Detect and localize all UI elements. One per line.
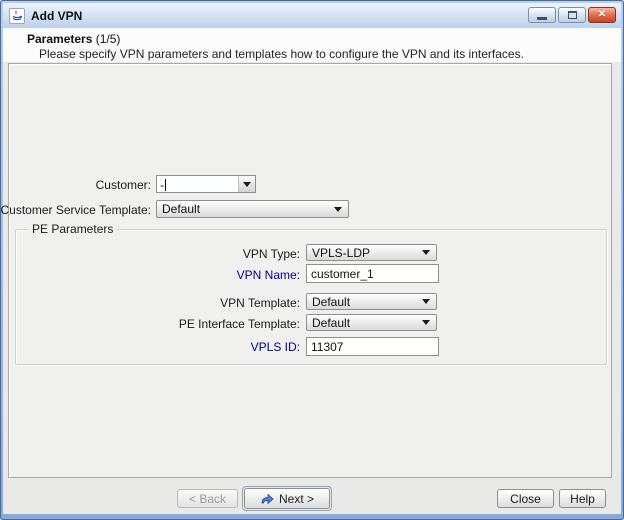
- customer-dropdown-button[interactable]: [238, 176, 255, 192]
- pe-interface-template-select[interactable]: Default: [306, 314, 437, 331]
- help-button[interactable]: Help: [559, 489, 606, 508]
- close-button[interactable]: Close: [497, 489, 554, 508]
- java-icon: [9, 7, 25, 24]
- back-button[interactable]: < Back: [177, 489, 238, 508]
- customer-label: Customer:: [95, 178, 151, 192]
- chevron-down-icon: [422, 250, 430, 255]
- close-window-button[interactable]: ✕: [588, 7, 616, 23]
- customer-service-template-select[interactable]: Default: [156, 200, 349, 218]
- wizard-header: Parameters (1/5) Please specify VPN para…: [3, 28, 621, 62]
- next-button-focus-ring: Next >: [242, 486, 332, 511]
- customer-combobox-input[interactable]: -: [157, 176, 238, 192]
- vpls-id-input[interactable]: [306, 337, 439, 356]
- vpn-template-label: VPN Template:: [220, 296, 300, 310]
- pe-interface-template-value: Default: [312, 315, 351, 330]
- pe-parameters-title: PE Parameters: [28, 222, 118, 236]
- chevron-down-icon: [422, 299, 430, 304]
- vpn-template-value: Default: [312, 294, 351, 309]
- vpn-type-value: VPLS-LDP: [312, 245, 371, 260]
- step-title-text: Parameters: [27, 32, 93, 46]
- minimize-icon: [537, 17, 547, 20]
- close-icon: ✕: [597, 9, 607, 20]
- next-button-label: Next >: [278, 491, 314, 506]
- window-title: Add VPN: [31, 8, 83, 23]
- next-button[interactable]: Next >: [244, 488, 330, 509]
- vpn-template-select[interactable]: Default: [306, 293, 437, 310]
- add-vpn-dialog: Add VPN ✕ Parameters (1/5) Please specif…: [0, 0, 624, 520]
- minimize-button[interactable]: [528, 7, 556, 23]
- chevron-down-icon: [422, 320, 430, 325]
- dialog-body: Parameters (1/5) Please specify VPN para…: [1, 28, 621, 514]
- vpn-type-label: VPN Type:: [242, 247, 300, 261]
- text-caret: [165, 179, 166, 191]
- parameters-panel: Customer: - Customer Service Template: D…: [1, 63, 612, 478]
- chevron-down-icon: [243, 181, 251, 187]
- vpn-name-input[interactable]: [306, 264, 439, 283]
- customer-combobox[interactable]: -: [156, 175, 256, 193]
- vpls-id-label: VPLS ID:: [250, 340, 300, 354]
- pe-parameters-groupbox: PE Parameters VPN Type: VPLS-LDP VPN Nam…: [15, 222, 607, 365]
- titlebar[interactable]: Add VPN ✕: [3, 3, 621, 28]
- step-counter: (1/5): [95, 32, 121, 46]
- vpn-type-select[interactable]: VPLS-LDP: [306, 244, 437, 261]
- maximize-icon: [567, 11, 577, 19]
- next-arrow-icon: [261, 493, 274, 504]
- maximize-button[interactable]: [558, 7, 586, 23]
- wizard-step-description: Please specify VPN parameters and templa…: [39, 47, 524, 61]
- vpn-name-label: VPN Name:: [236, 268, 300, 282]
- pe-interface-template-label: PE Interface Template:: [178, 317, 300, 331]
- customer-service-template-label: Customer Service Template:: [0, 203, 151, 217]
- chevron-down-icon: [334, 206, 342, 212]
- customer-service-template-value: Default: [162, 202, 201, 216]
- wizard-step-title: Parameters (1/5): [27, 32, 120, 46]
